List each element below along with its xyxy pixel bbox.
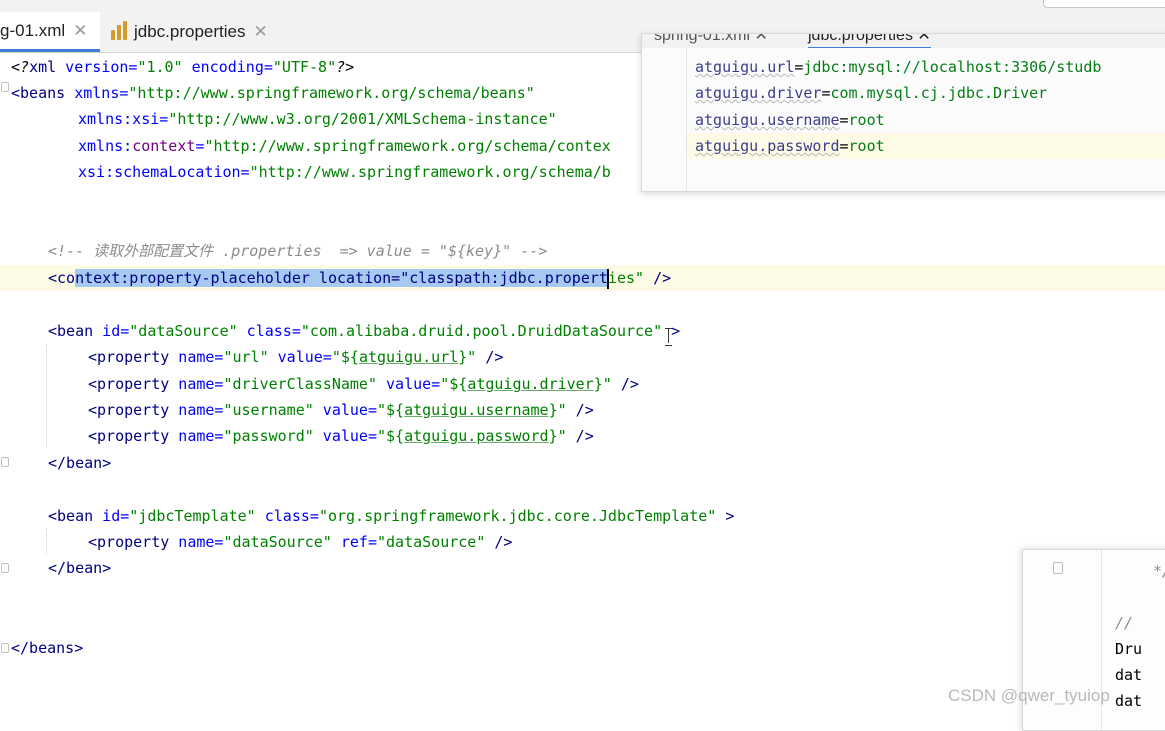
fold-marker[interactable] [1053,562,1063,574]
code-line: <bean id="dataSource" class="com.alibaba… [48,322,681,340]
code-line-placeholder: <context:property-placeholder location="… [48,268,672,289]
indent-guide [46,344,47,448]
code-line: <?xml version="1.0" encoding="UTF-8"?> [11,58,355,76]
code-fragment: dat [1115,666,1143,684]
code-line: </bean> [48,454,112,472]
code-line: xmlns:context="http://www.springframewor… [78,137,611,155]
text-selection: ntext:property-placeholder location="cla… [75,269,608,287]
text-cursor-icon [664,327,674,346]
properties-preview-window[interactable]: spring-01.xml ✕ jdbc.properties ✕ atguig… [641,33,1165,192]
close-icon[interactable]: ✕ [73,21,87,41]
panel-tab-bar: spring-01.xml ✕ jdbc.properties ✕ [642,34,1165,48]
code-line: <beans xmlns="http://www.springframework… [11,84,535,102]
tab-label: jdbc.properties [134,22,246,41]
tab-label: g-01.xml [0,20,66,40]
code-line: </bean> [48,559,112,577]
code-line: <bean id="jdbcTemplate" class="org.sprin… [48,507,735,525]
code-line: <property name="driverClassName" value="… [88,375,639,393]
properties-file-icon [110,21,129,42]
code-fragment: Dru [1115,640,1143,658]
xml-comment: <!-- 读取外部配置文件 .properties => value = "${… [48,242,548,260]
property-line: atguigu.driver=com.mysql.cj.jdbc.Driver [695,84,1048,102]
indent-guide [46,528,47,554]
tab-spring-xml[interactable]: g-01.xml ✕ [0,12,100,52]
search-field-stub[interactable] [1043,0,1165,8]
tab-jdbc-properties[interactable]: jdbc.properties ✕ [110,12,285,52]
fold-marker[interactable] [1,457,9,467]
property-line: atguigu.url=jdbc:mysql://localhost:3306/… [695,58,1102,76]
code-line: xmlns:xsi="http://www.w3.org/2001/XMLSch… [78,110,557,128]
close-icon[interactable]: ✕ [254,22,268,42]
panel-tab-spring-xml[interactable]: spring-01.xml ✕ [654,34,768,47]
code-line: <property name="url" value="${atguigu.ur… [88,348,504,366]
code-fragment: dat [1115,692,1143,710]
code-line: <property name="username" value="${atgui… [88,401,594,419]
code-line: <property name="dataSource" ref="dataSou… [88,533,513,551]
property-line: atguigu.username=root [695,111,885,129]
code-fragment: */ [1153,562,1165,580]
panel-tab-jdbc-properties[interactable]: jdbc.properties ✕ [808,34,931,48]
code-line: </beans> [11,639,84,657]
fold-marker[interactable] [1,643,9,653]
code-line: xsi:schemaLocation="http://www.springfra… [78,163,611,181]
property-line: atguigu.password=root [695,137,885,155]
panel-gutter [642,48,687,191]
code-fragment: // [1115,614,1134,632]
fold-marker[interactable] [1,563,9,573]
fold-marker[interactable] [1,82,9,92]
code-line: <property name="password" value="${atgui… [88,427,594,445]
watermark: CSDN @qwer_tyuiop [948,686,1110,705]
